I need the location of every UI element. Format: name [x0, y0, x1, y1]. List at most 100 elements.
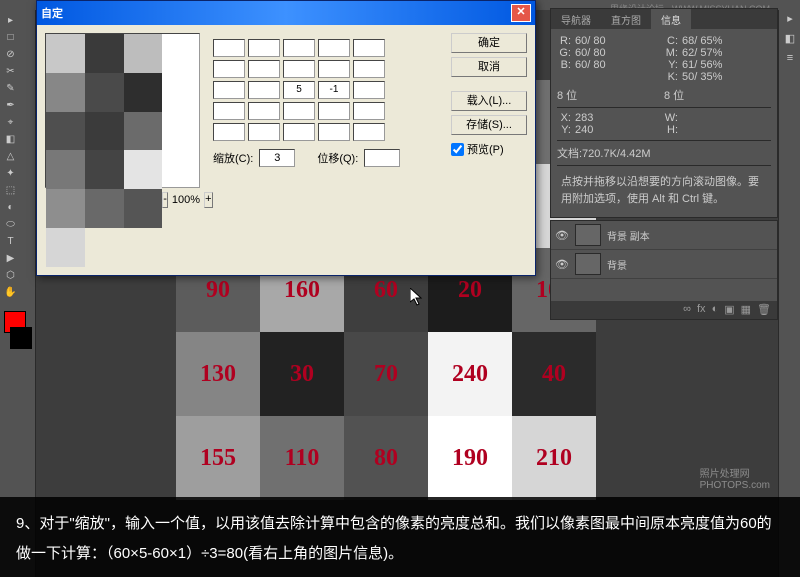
matrix-input[interactable] [318, 39, 350, 57]
matrix-input[interactable] [353, 81, 385, 99]
matrix-input[interactable]: 5 [283, 81, 315, 99]
matrix-input[interactable] [213, 123, 245, 141]
path-tool[interactable]: T [3, 234, 18, 249]
matrix-input[interactable] [213, 102, 245, 120]
matrix-input[interactable] [318, 102, 350, 120]
info-doc: 文档:720.7K/4.42M [557, 145, 771, 161]
stamp-tool[interactable]: ⌖ [3, 115, 18, 130]
matrix-input[interactable] [213, 60, 245, 78]
matrix-input[interactable] [353, 39, 385, 57]
matrix-input[interactable] [283, 123, 315, 141]
close-icon[interactable]: ✕ [511, 4, 531, 22]
zoom-in-button[interactable]: + [204, 192, 212, 208]
mouse-cursor-icon [410, 288, 424, 306]
watermark: 照片处理网 PHOTOPS.com [700, 465, 770, 491]
matrix-input[interactable] [213, 81, 245, 99]
grid-cell: 70 [344, 332, 428, 416]
matrix-input[interactable] [283, 102, 315, 120]
info-k: 50/ 35% [682, 71, 771, 83]
shape-tool[interactable]: ▶ [3, 251, 18, 266]
matrix-input[interactable] [283, 39, 315, 57]
ok-button[interactable]: 确定 [451, 33, 527, 53]
info-g: 60/ 80 [575, 47, 664, 59]
grid-cell: 80 [344, 416, 428, 500]
tab-info[interactable]: 信息 [651, 9, 691, 29]
matrix-input[interactable] [283, 60, 315, 78]
tutorial-caption: 9、对于"缩放"，输入一个值，以用该值去除计算中包含的像素的亮度总和。我们以像素… [0, 497, 800, 577]
info-b: 60/ 80 [575, 59, 664, 71]
visibility-icon[interactable]: 👁 [555, 229, 569, 241]
dodge-tool[interactable]: ⬚ [3, 183, 18, 198]
matrix-input[interactable] [318, 60, 350, 78]
matrix-input[interactable]: -1 [318, 81, 350, 99]
marquee-tool[interactable]: □ [3, 30, 18, 45]
right-dock: ▸ ◧ ≡ [778, 10, 800, 577]
dock-icon[interactable]: ≡ [781, 52, 799, 70]
convolution-matrix: 5-1 [213, 39, 443, 141]
save-button[interactable]: 存储(S)... [451, 115, 527, 135]
matrix-input[interactable] [248, 39, 280, 57]
crop-tool[interactable]: ✂ [3, 64, 18, 79]
type-tool[interactable]: ⬭ [3, 217, 18, 232]
layer-row-background[interactable]: 👁 背景 [551, 250, 777, 279]
blur-tool[interactable]: ✦ [3, 166, 18, 181]
info-x: 283 [575, 112, 664, 124]
info-w [682, 112, 771, 124]
dialog-titlebar[interactable]: 自定 ✕ [37, 1, 535, 25]
link-icon[interactable]: ∞ [683, 303, 691, 317]
hand-tool[interactable]: ⬡ [3, 268, 18, 283]
visibility-icon[interactable]: 👁 [555, 258, 569, 270]
matrix-input[interactable] [248, 102, 280, 120]
grid-cell: 130 [176, 332, 260, 416]
scale-input[interactable]: 3 [259, 149, 295, 167]
matrix-input[interactable] [248, 60, 280, 78]
layer-thumbnail [575, 224, 601, 246]
eraser-tool[interactable]: ◧ [3, 132, 18, 147]
matrix-input[interactable] [318, 123, 350, 141]
brush-tool[interactable]: ✒ [3, 98, 18, 113]
info-m: 62/ 57% [682, 47, 771, 59]
custom-filter-dialog: 自定 ✕ - 100% + 5-1 缩放(C): 3 位移(Q): 确定 取消 [36, 0, 536, 276]
matrix-input[interactable] [353, 60, 385, 78]
new-layer-icon[interactable]: ▦ [741, 303, 751, 317]
info-r: 60/ 80 [575, 35, 664, 47]
gradient-tool[interactable]: △ [3, 149, 18, 164]
dock-icon[interactable]: ◧ [781, 32, 799, 50]
matrix-input[interactable] [213, 39, 245, 57]
matrix-input[interactable] [353, 102, 385, 120]
preview-checkbox[interactable] [451, 143, 464, 156]
dock-icon[interactable]: ▸ [781, 12, 799, 30]
zoom-value: 100% [172, 194, 200, 206]
grid-cell: 40 [512, 332, 596, 416]
load-button[interactable]: 载入(L)... [451, 91, 527, 111]
info-c: 68/ 65% [682, 35, 771, 47]
matrix-input[interactable] [353, 123, 385, 141]
info-panel: 导航器 直方图 信息 R:60/ 80 G:60/ 80 B:60/ 80 C:… [550, 8, 778, 218]
layers-panel: 👁 背景 副本 👁 背景 ∞ fx ◐ ▣ ▦ 🗑 [550, 220, 778, 320]
matrix-input[interactable] [248, 123, 280, 141]
mask-icon[interactable]: ◐ [712, 303, 719, 317]
zoom-tool[interactable]: ✋ [3, 285, 18, 300]
info-y-coord: 240 [575, 124, 664, 136]
trash-icon[interactable]: 🗑 [757, 303, 771, 317]
folder-icon[interactable]: ▣ [724, 303, 734, 317]
background-color[interactable] [10, 327, 32, 349]
zoom-out-button[interactable]: - [162, 192, 168, 208]
dialog-title: 自定 [41, 5, 511, 21]
tab-navigator[interactable]: 导航器 [551, 9, 601, 29]
info-y: 61/ 56% [682, 59, 771, 71]
layer-row-copy[interactable]: 👁 背景 副本 [551, 221, 777, 250]
eyedropper-tool[interactable]: ✎ [3, 81, 18, 96]
move-tool[interactable]: ▸ [3, 13, 18, 28]
matrix-input[interactable] [248, 81, 280, 99]
offset-input[interactable] [364, 149, 400, 167]
pen-tool[interactable]: ◐ [3, 200, 18, 215]
grid-cell: 210 [512, 416, 596, 500]
tab-histogram[interactable]: 直方图 [601, 9, 651, 29]
info-bits-left: 8 位 [557, 87, 664, 103]
lasso-tool[interactable]: ⊘ [3, 47, 18, 62]
fx-icon[interactable]: fx [697, 303, 706, 317]
layer-thumbnail [575, 253, 601, 275]
cancel-button[interactable]: 取消 [451, 57, 527, 77]
grid-cell: 30 [260, 332, 344, 416]
